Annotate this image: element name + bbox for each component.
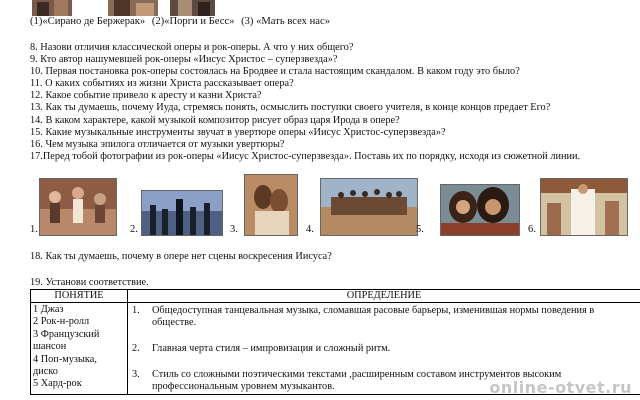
photo-row: 1. 2. 3. 4. 5. 6. bbox=[30, 174, 630, 236]
caption-1: (1)«Сирано де Бержерак» bbox=[30, 16, 146, 27]
concept-item: 5 Хард-рок bbox=[33, 378, 82, 390]
photo-2 bbox=[141, 190, 223, 236]
photo-3 bbox=[244, 174, 298, 236]
photo-item-6: 6. bbox=[528, 176, 628, 236]
question-17: 17.Перед тобой фотографии из рок-оперы «… bbox=[30, 150, 581, 162]
concept-item: 1 Джаз bbox=[33, 304, 64, 315]
definition-number: 1. bbox=[132, 305, 140, 316]
question-19: 19. Установи соответствие. bbox=[30, 277, 149, 288]
photo-number: 2. bbox=[130, 224, 138, 235]
concept-item: 3 Французский bbox=[33, 328, 100, 340]
question-10: 10. Первая постановка рок-оперы состояла… bbox=[30, 66, 520, 78]
thumbnail-1 bbox=[32, 0, 72, 16]
concept-item: диско bbox=[33, 366, 58, 378]
photo-number: 4. bbox=[306, 224, 314, 235]
definition-number: 3. bbox=[132, 369, 140, 380]
question-14: 14. В каком характере, какой музыкой ком… bbox=[30, 114, 400, 126]
photo-item-5: 5. bbox=[416, 176, 522, 236]
question-13: 13. Как ты думаешь, почему Иуда, стремяс… bbox=[30, 102, 551, 114]
photo-item-1: 1. bbox=[30, 176, 117, 236]
question-list: 8. Назови отличия классической оперы и р… bbox=[30, 42, 635, 163]
photo-item-3: 3. bbox=[230, 174, 298, 236]
watermark: online-otvet.ru bbox=[489, 378, 632, 397]
caption-3: (3) «Мать всех нас» bbox=[241, 16, 330, 27]
definition-row: 1. Общедоступная танцевальная музыка, сл… bbox=[128, 305, 640, 343]
question-16: 16. Чем музыка эпилога отличается от муз… bbox=[30, 138, 285, 150]
concept-header: ПОНЯТИЕ bbox=[30, 289, 128, 303]
definition-text: Общедоступная танцевальная музыка, слома… bbox=[152, 305, 595, 329]
concepts-cell: 1 Джаз 2 Рок-н-ролл 3 Французский шансон… bbox=[30, 302, 128, 395]
definition-number: 2. bbox=[132, 343, 140, 354]
photo-5 bbox=[440, 184, 520, 236]
photo-item-4: 4. bbox=[306, 176, 418, 236]
caption-2: (2)«Порги и Бесс» bbox=[151, 16, 235, 27]
concept-item: 2 Рок-н-ролл bbox=[33, 316, 90, 328]
photo-number: 3. bbox=[230, 224, 238, 235]
photo-6 bbox=[540, 178, 628, 236]
definition-row: 2. Главная черта стиля – импровизация и … bbox=[128, 343, 640, 369]
question-8: 8. Назови отличия классической оперы и р… bbox=[30, 42, 354, 53]
photo-item-2: 2. bbox=[130, 176, 226, 236]
thumbnail-3 bbox=[170, 0, 215, 16]
definition-text: Главная черта стиля – импровизация и сло… bbox=[152, 343, 391, 354]
question-15: 15. Какие музыкальные инструменты звучат… bbox=[30, 126, 446, 138]
top-captions: (1)«Сирано де Бержерак» (2)«Порги и Бесс… bbox=[30, 16, 334, 27]
concept-item: 4 Поп-музыка, bbox=[33, 353, 97, 365]
question-12: 12. Какое событие привело к аресту и каз… bbox=[30, 90, 262, 102]
photo-number: 5. bbox=[416, 224, 424, 235]
concept-item: шансон bbox=[33, 341, 67, 353]
thumbnail-2 bbox=[108, 0, 158, 16]
photo-number: 1. bbox=[30, 224, 38, 235]
photo-1 bbox=[39, 178, 117, 236]
photo-4 bbox=[320, 178, 418, 236]
photo-number: 6. bbox=[528, 224, 536, 235]
definition-header: ОПРЕДЕЛЕНИЕ bbox=[127, 289, 640, 303]
question-18: 18. Как ты думаешь, почему в опере нет с… bbox=[30, 251, 332, 262]
question-9: 9. Кто автор нашумевшей рок-оперы «Иисус… bbox=[30, 54, 338, 66]
question-11: 11. О каких событиях из жизни Христа рас… bbox=[30, 78, 294, 90]
